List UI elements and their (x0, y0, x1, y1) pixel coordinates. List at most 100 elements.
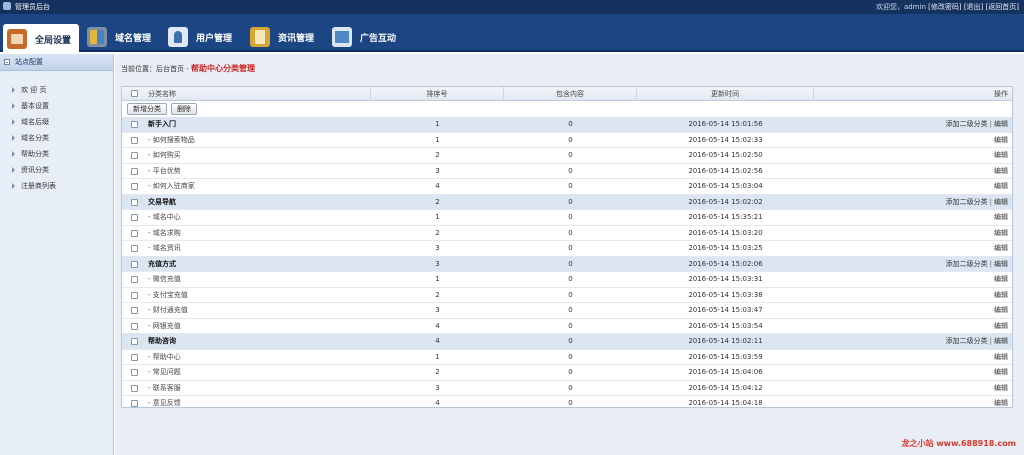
cell-actions: 编辑 (814, 381, 1012, 397)
edit-link[interactable]: 编辑 (994, 120, 1008, 128)
row-checkbox[interactable] (131, 121, 138, 128)
cell-actions: 编辑 (814, 210, 1012, 226)
arrow-right-icon (12, 167, 15, 173)
sidebar-item-label: 域名分类 (21, 134, 49, 142)
cell-sort: 2 (435, 368, 440, 376)
watermark: 龙之小站 www.688918.com (901, 439, 1017, 448)
cell-actions: 编辑 (814, 226, 1012, 242)
news-icon (250, 27, 270, 47)
add-subcategory-link[interactable]: 添加二级分类 (946, 120, 988, 128)
logout-link[interactable]: [退出] (964, 3, 983, 11)
col-updated-header: 更新时间 (637, 87, 814, 101)
sidebar: 站点配置 欢 迎 页 基本设置 域名后缀 域名分类 帮助分类 资讯分类 注册商列… (0, 54, 114, 455)
edit-link[interactable]: 编辑 (994, 384, 1008, 392)
nav-ad-interaction[interactable]: 广告互动 (332, 22, 396, 52)
row-checkbox[interactable] (131, 307, 138, 314)
sidebar-item-domain-category[interactable]: 域名分类 (0, 130, 113, 146)
row-checkbox[interactable] (131, 369, 138, 376)
row-checkbox[interactable] (131, 152, 138, 159)
breadcrumb-separator: - (184, 65, 191, 73)
cell-count: 0 (568, 352, 573, 361)
edit-link[interactable]: 编辑 (994, 229, 1008, 237)
breadcrumb: 当前位置：后台首页 - 帮助中心分类管理 (121, 63, 255, 74)
sidebar-item-registrar-list[interactable]: 注册商列表 (0, 178, 113, 194)
edit-link[interactable]: 编辑 (994, 244, 1008, 252)
cell-name: - 常见问题 (122, 365, 371, 381)
sidebar-item-news-category[interactable]: 资讯分类 (0, 162, 113, 178)
cell-name: - 网银充值 (122, 319, 371, 335)
cell-actions: 编辑 (814, 288, 1012, 304)
cell-updated: 2016-05-14 15:03:04 (688, 182, 763, 190)
sidebar-item-help-category[interactable]: 帮助分类 (0, 146, 113, 162)
select-all-checkbox[interactable] (131, 90, 138, 97)
cell-updated: 2016-05-14 15:04:18 (688, 399, 763, 407)
edit-link[interactable]: 编辑 (994, 167, 1008, 175)
sidebar-item-basic-settings[interactable]: 基本设置 (0, 98, 113, 114)
sidebar-heading-label: 站点配置 (15, 58, 43, 66)
edit-link[interactable]: 编辑 (994, 260, 1008, 268)
edit-link[interactable]: 编辑 (994, 399, 1008, 407)
nav-global-settings[interactable]: 全局设置 (3, 24, 80, 54)
cell-sort: 3 (435, 383, 440, 392)
cell-updated: 2016-05-14 15:35:21 (688, 213, 763, 221)
row-checkbox[interactable] (131, 338, 138, 345)
row-checkbox[interactable] (131, 322, 138, 330)
edit-link[interactable]: 编辑 (994, 322, 1008, 330)
row-checkbox[interactable] (131, 214, 138, 221)
nav-news-management[interactable]: 资讯管理 (250, 22, 314, 52)
edit-link[interactable]: 编辑 (994, 353, 1008, 361)
category-name: - 网银充值 (148, 321, 181, 330)
main-content: 当前位置：后台首页 - 帮助中心分类管理 分类名称 排序号 包含内容 更新时间 … (115, 54, 1024, 455)
add-subcategory-link[interactable]: 添加二级分类 (946, 198, 988, 206)
edit-link[interactable]: 编辑 (994, 306, 1008, 314)
edit-link[interactable]: 编辑 (994, 198, 1008, 206)
change-password-link[interactable]: [修改密码] (928, 3, 961, 11)
row-checkbox[interactable] (131, 384, 138, 392)
edit-link[interactable]: 编辑 (994, 213, 1008, 221)
cell-count: 0 (568, 368, 573, 376)
table-row: - 平台优势 3 0 2016-05-14 15:02:56 编辑 (122, 164, 1012, 179)
add-subcategory-link[interactable]: 添加二级分类 (946, 337, 988, 345)
nav-user-management[interactable]: 用户管理 (168, 22, 232, 52)
row-checkbox[interactable] (131, 276, 138, 283)
row-checkbox[interactable] (131, 167, 138, 175)
category-name: - 财付通充值 (148, 306, 188, 314)
back-home-link[interactable]: [返回首页] (986, 3, 1019, 11)
row-checkbox[interactable] (131, 353, 138, 361)
nav-label: 用户管理 (196, 33, 233, 44)
edit-link[interactable]: 编辑 (994, 368, 1008, 376)
row-checkbox[interactable] (131, 400, 138, 407)
row-checkbox[interactable] (131, 291, 138, 299)
row-checkbox[interactable] (131, 136, 138, 144)
row-checkbox[interactable] (131, 183, 138, 190)
sidebar-heading[interactable]: 站点配置 (0, 54, 113, 71)
delete-button[interactable]: 删除 (171, 103, 197, 115)
cell-count: 0 (568, 321, 573, 330)
edit-link[interactable]: 编辑 (994, 275, 1008, 283)
breadcrumb-home-link[interactable]: 后台首页 (156, 65, 184, 73)
breadcrumb-current: 帮助中心分类管理 (190, 64, 255, 73)
add-subcategory-link[interactable]: 添加二级分类 (946, 260, 988, 268)
category-name: 帮助咨询 (148, 337, 176, 345)
nav-domain-management[interactable]: 域名管理 (87, 22, 151, 52)
cell-actions: 添加二级分类 | 编辑 (814, 117, 1012, 133)
cell-actions: 编辑 (814, 350, 1012, 366)
sidebar-item-domain-suffix[interactable]: 域名后缀 (0, 114, 113, 130)
edit-link[interactable]: 编辑 (994, 291, 1008, 299)
row-checkbox[interactable] (131, 245, 138, 252)
edit-link[interactable]: 编辑 (994, 136, 1008, 144)
sidebar-item-welcome[interactable]: 欢 迎 页 (0, 82, 113, 98)
cell-updated: 2016-05-14 15:03:54 (688, 321, 763, 330)
row-checkbox[interactable] (131, 198, 138, 206)
edit-link[interactable]: 编辑 (994, 337, 1008, 345)
edit-link[interactable]: 编辑 (994, 151, 1008, 159)
row-checkbox[interactable] (131, 229, 138, 237)
col-count-header: 包含内容 (504, 87, 637, 101)
add-category-button[interactable]: 新增分类 (127, 103, 167, 115)
cell-count: 0 (568, 213, 573, 221)
arrow-right-icon (12, 183, 15, 189)
edit-link[interactable]: 编辑 (994, 182, 1008, 190)
collapse-icon[interactable] (4, 59, 10, 65)
row-checkbox[interactable] (131, 260, 138, 268)
cell-name: 充值方式 (122, 257, 371, 273)
